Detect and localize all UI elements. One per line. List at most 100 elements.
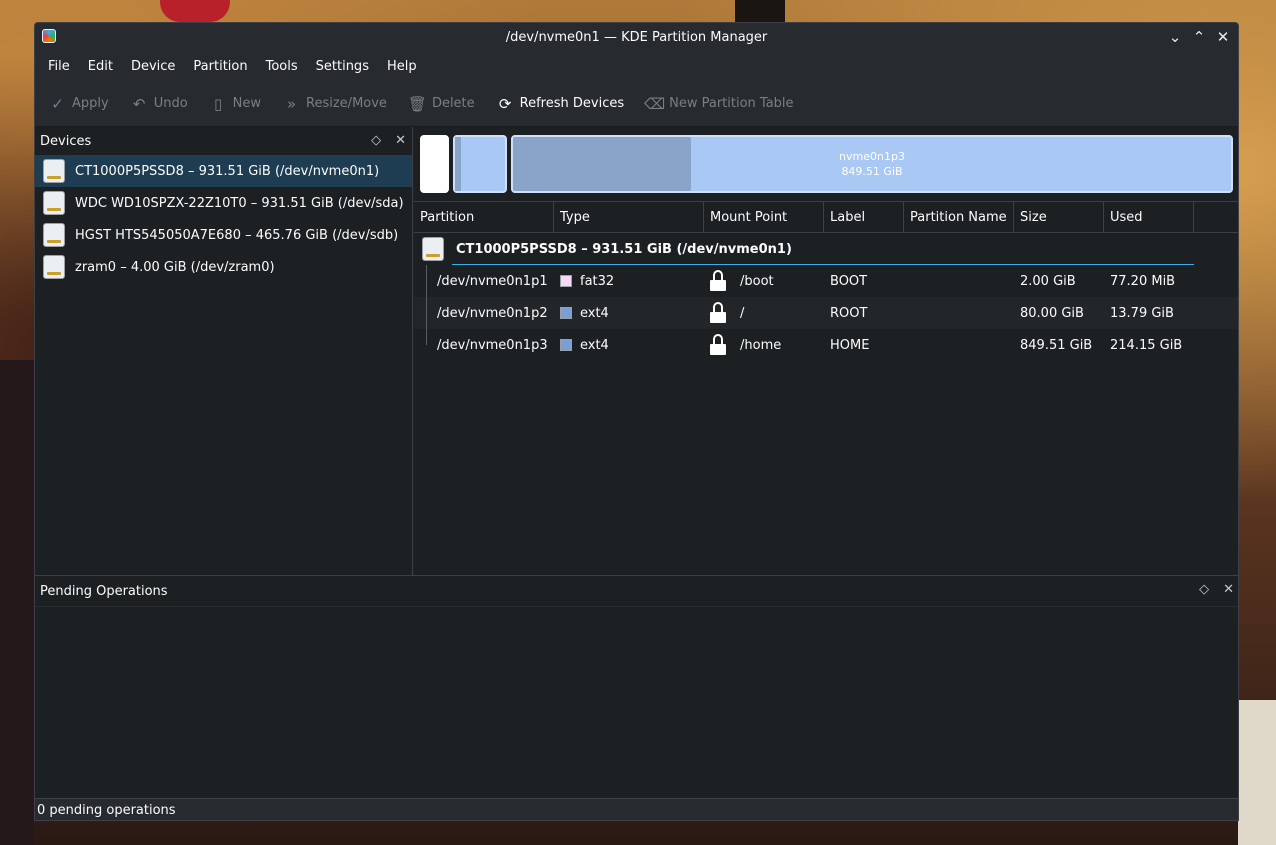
drive-icon bbox=[43, 255, 65, 279]
col-header-used[interactable]: Used bbox=[1104, 202, 1194, 232]
pending-count-text: 0 pending operations bbox=[37, 803, 176, 818]
device-item-nvme0n1[interactable]: CT1000P5PSSD8 – 931.51 GiB (/dev/nvme0n1… bbox=[35, 155, 412, 187]
col-header-label[interactable]: Label bbox=[824, 202, 904, 232]
device-item-zram0[interactable]: zram0 – 4.00 GiB (/dev/zram0) bbox=[35, 251, 412, 283]
mount-text: /home bbox=[740, 337, 782, 353]
used-cell: 13.79 GiB bbox=[1110, 305, 1174, 321]
drive-icon bbox=[43, 223, 65, 247]
new-label: New bbox=[232, 96, 262, 111]
col-header-mount-point[interactable]: Mount Point bbox=[704, 202, 824, 232]
window-title: /dev/nvme0n1 — KDE Partition Manager bbox=[505, 29, 768, 45]
apply-label: Apply bbox=[72, 96, 109, 111]
undo-button[interactable]: ↶ Undo bbox=[131, 95, 188, 113]
new-document-icon: ▯ bbox=[214, 94, 223, 113]
partition-cell: /dev/nvme0n1p1 bbox=[437, 273, 548, 289]
delete-label: Delete bbox=[431, 96, 475, 111]
menu-edit[interactable]: Edit bbox=[79, 59, 122, 74]
partition-segment-p1[interactable] bbox=[420, 135, 449, 193]
menu-device[interactable]: Device bbox=[122, 59, 184, 74]
partition-view: nvme0n1p3 849.51 GiB Partition Type Moun… bbox=[414, 127, 1238, 575]
menu-bar: File Edit Device Partition Tools Setting… bbox=[35, 51, 1238, 81]
partition-manager-app-icon[interactable] bbox=[42, 29, 56, 43]
device-group-row[interactable]: CT1000P5PSSD8 – 931.51 GiB (/dev/nvme0n1… bbox=[414, 233, 1238, 265]
drive-icon bbox=[43, 159, 65, 183]
close-panel-icon[interactable]: ✕ bbox=[1223, 582, 1234, 597]
erase-icon: ⌫ bbox=[644, 94, 666, 113]
toolbar: ✓ Apply ↶ Undo ▯ New » Resize/Move 🗑 Del… bbox=[35, 81, 1238, 127]
menu-file[interactable]: File bbox=[39, 59, 79, 74]
wallpaper-shape bbox=[735, 0, 785, 22]
partition-cell: /dev/nvme0n1p3 bbox=[437, 337, 548, 353]
device-label: WDC WD10SPZX-22Z10T0 – 931.51 GiB (/dev/… bbox=[75, 195, 404, 211]
menu-partition[interactable]: Partition bbox=[184, 59, 256, 74]
wallpaper-shape bbox=[0, 360, 34, 845]
apply-button[interactable]: ✓ Apply bbox=[49, 95, 109, 113]
wallpaper-shape bbox=[1238, 700, 1276, 845]
refresh-devices-label: Refresh Devices bbox=[519, 96, 625, 111]
devices-pane-header: Devices ◇ ✕ bbox=[35, 127, 412, 155]
pending-operations-pane: Pending Operations ◇ ✕ 0 pending operati… bbox=[35, 575, 1238, 820]
device-item-sda[interactable]: WDC WD10SPZX-22Z10T0 – 931.51 GiB (/dev/… bbox=[35, 187, 412, 219]
menu-tools[interactable]: Tools bbox=[257, 59, 307, 74]
title-bar[interactable]: /dev/nvme0n1 — KDE Partition Manager ⌄ ⌃… bbox=[35, 23, 1238, 51]
segment-size: 849.51 GiB bbox=[841, 165, 903, 178]
drive-icon bbox=[43, 191, 65, 215]
label-cell: HOME bbox=[830, 337, 870, 353]
float-panel-icon[interactable]: ◇ bbox=[1199, 582, 1209, 597]
app-window: /dev/nvme0n1 — KDE Partition Manager ⌄ ⌃… bbox=[34, 22, 1239, 821]
lock-icon bbox=[710, 302, 726, 324]
maximize-icon[interactable]: ⌃ bbox=[1190, 27, 1208, 47]
lock-icon bbox=[710, 334, 726, 356]
new-partition-table-button[interactable]: ⌫ New Partition Table bbox=[644, 94, 794, 113]
status-bar: 0 pending operations bbox=[35, 798, 1238, 820]
col-header-type[interactable]: Type bbox=[554, 202, 704, 232]
size-cell: 80.00 GiB bbox=[1020, 305, 1084, 321]
table-row[interactable]: /dev/nvme0n1p2 ext4 / ROOT 80.00 GiB 13.… bbox=[414, 297, 1238, 329]
fs-color-swatch bbox=[560, 307, 572, 319]
pending-operations-list[interactable] bbox=[35, 606, 1238, 798]
pending-pane-header: Pending Operations ◇ ✕ bbox=[35, 576, 1238, 606]
refresh-devices-button[interactable]: ⟳ Refresh Devices bbox=[497, 95, 625, 113]
col-header-size[interactable]: Size bbox=[1014, 202, 1104, 232]
device-label: CT1000P5PSSD8 – 931.51 GiB (/dev/nvme0n1… bbox=[75, 163, 380, 179]
resize-move-button[interactable]: » Resize/Move bbox=[283, 95, 387, 113]
mount-text: /boot bbox=[740, 273, 774, 289]
table-row[interactable]: /dev/nvme0n1p1 fat32 /boot BOOT 2.00 GiB bbox=[414, 265, 1238, 297]
partition-graphic: nvme0n1p3 849.51 GiB bbox=[420, 135, 1233, 193]
type-text: fat32 bbox=[580, 273, 615, 289]
new-button[interactable]: ▯ New bbox=[210, 94, 262, 113]
used-cell: 77.20 MiB bbox=[1110, 273, 1176, 289]
type-text: ext4 bbox=[580, 305, 609, 321]
window-controls: ⌄ ⌃ ✕ bbox=[1166, 27, 1232, 47]
minimize-icon[interactable]: ⌄ bbox=[1166, 27, 1184, 47]
undo-label: Undo bbox=[153, 96, 188, 111]
menu-settings[interactable]: Settings bbox=[307, 59, 378, 74]
close-icon[interactable]: ✕ bbox=[1214, 27, 1232, 47]
mount-text: / bbox=[740, 305, 745, 321]
size-cell: 2.00 GiB bbox=[1020, 273, 1076, 289]
float-panel-icon[interactable]: ◇ bbox=[371, 133, 381, 148]
col-header-partition[interactable]: Partition bbox=[414, 202, 554, 232]
menu-help[interactable]: Help bbox=[378, 59, 426, 74]
size-cell: 849.51 GiB bbox=[1020, 337, 1093, 353]
type-cell: fat32 bbox=[554, 265, 704, 297]
table-row[interactable]: /dev/nvme0n1p3 ext4 /home HOME 849.51 Gi… bbox=[414, 329, 1238, 361]
col-header-partition-name[interactable]: Partition Name bbox=[904, 202, 1014, 232]
device-item-sdb[interactable]: HGST HTS545050A7E680 – 465.76 GiB (/dev/… bbox=[35, 219, 412, 251]
partition-name-cell bbox=[904, 265, 1014, 297]
type-cell: ext4 bbox=[554, 329, 704, 361]
partition-segment-p3[interactable]: nvme0n1p3 849.51 GiB bbox=[511, 135, 1233, 193]
device-group-label: CT1000P5PSSD8 – 931.51 GiB (/dev/nvme0n1… bbox=[456, 241, 792, 257]
table-header: Partition Type Mount Point Label Partiti… bbox=[414, 201, 1238, 233]
trash-icon: 🗑 bbox=[407, 94, 427, 113]
partition-table: Partition Type Mount Point Label Partiti… bbox=[414, 201, 1238, 361]
mount-cell: /boot bbox=[704, 265, 824, 297]
type-cell: ext4 bbox=[554, 297, 704, 329]
delete-button[interactable]: 🗑 Delete bbox=[407, 94, 475, 113]
close-panel-icon[interactable]: ✕ bbox=[395, 133, 406, 148]
label-cell: ROOT bbox=[830, 305, 868, 321]
partition-segment-p2[interactable] bbox=[453, 135, 507, 193]
mount-cell: /home bbox=[704, 329, 824, 361]
pending-pane-title: Pending Operations bbox=[40, 583, 168, 599]
partition-name-cell bbox=[904, 297, 1014, 329]
